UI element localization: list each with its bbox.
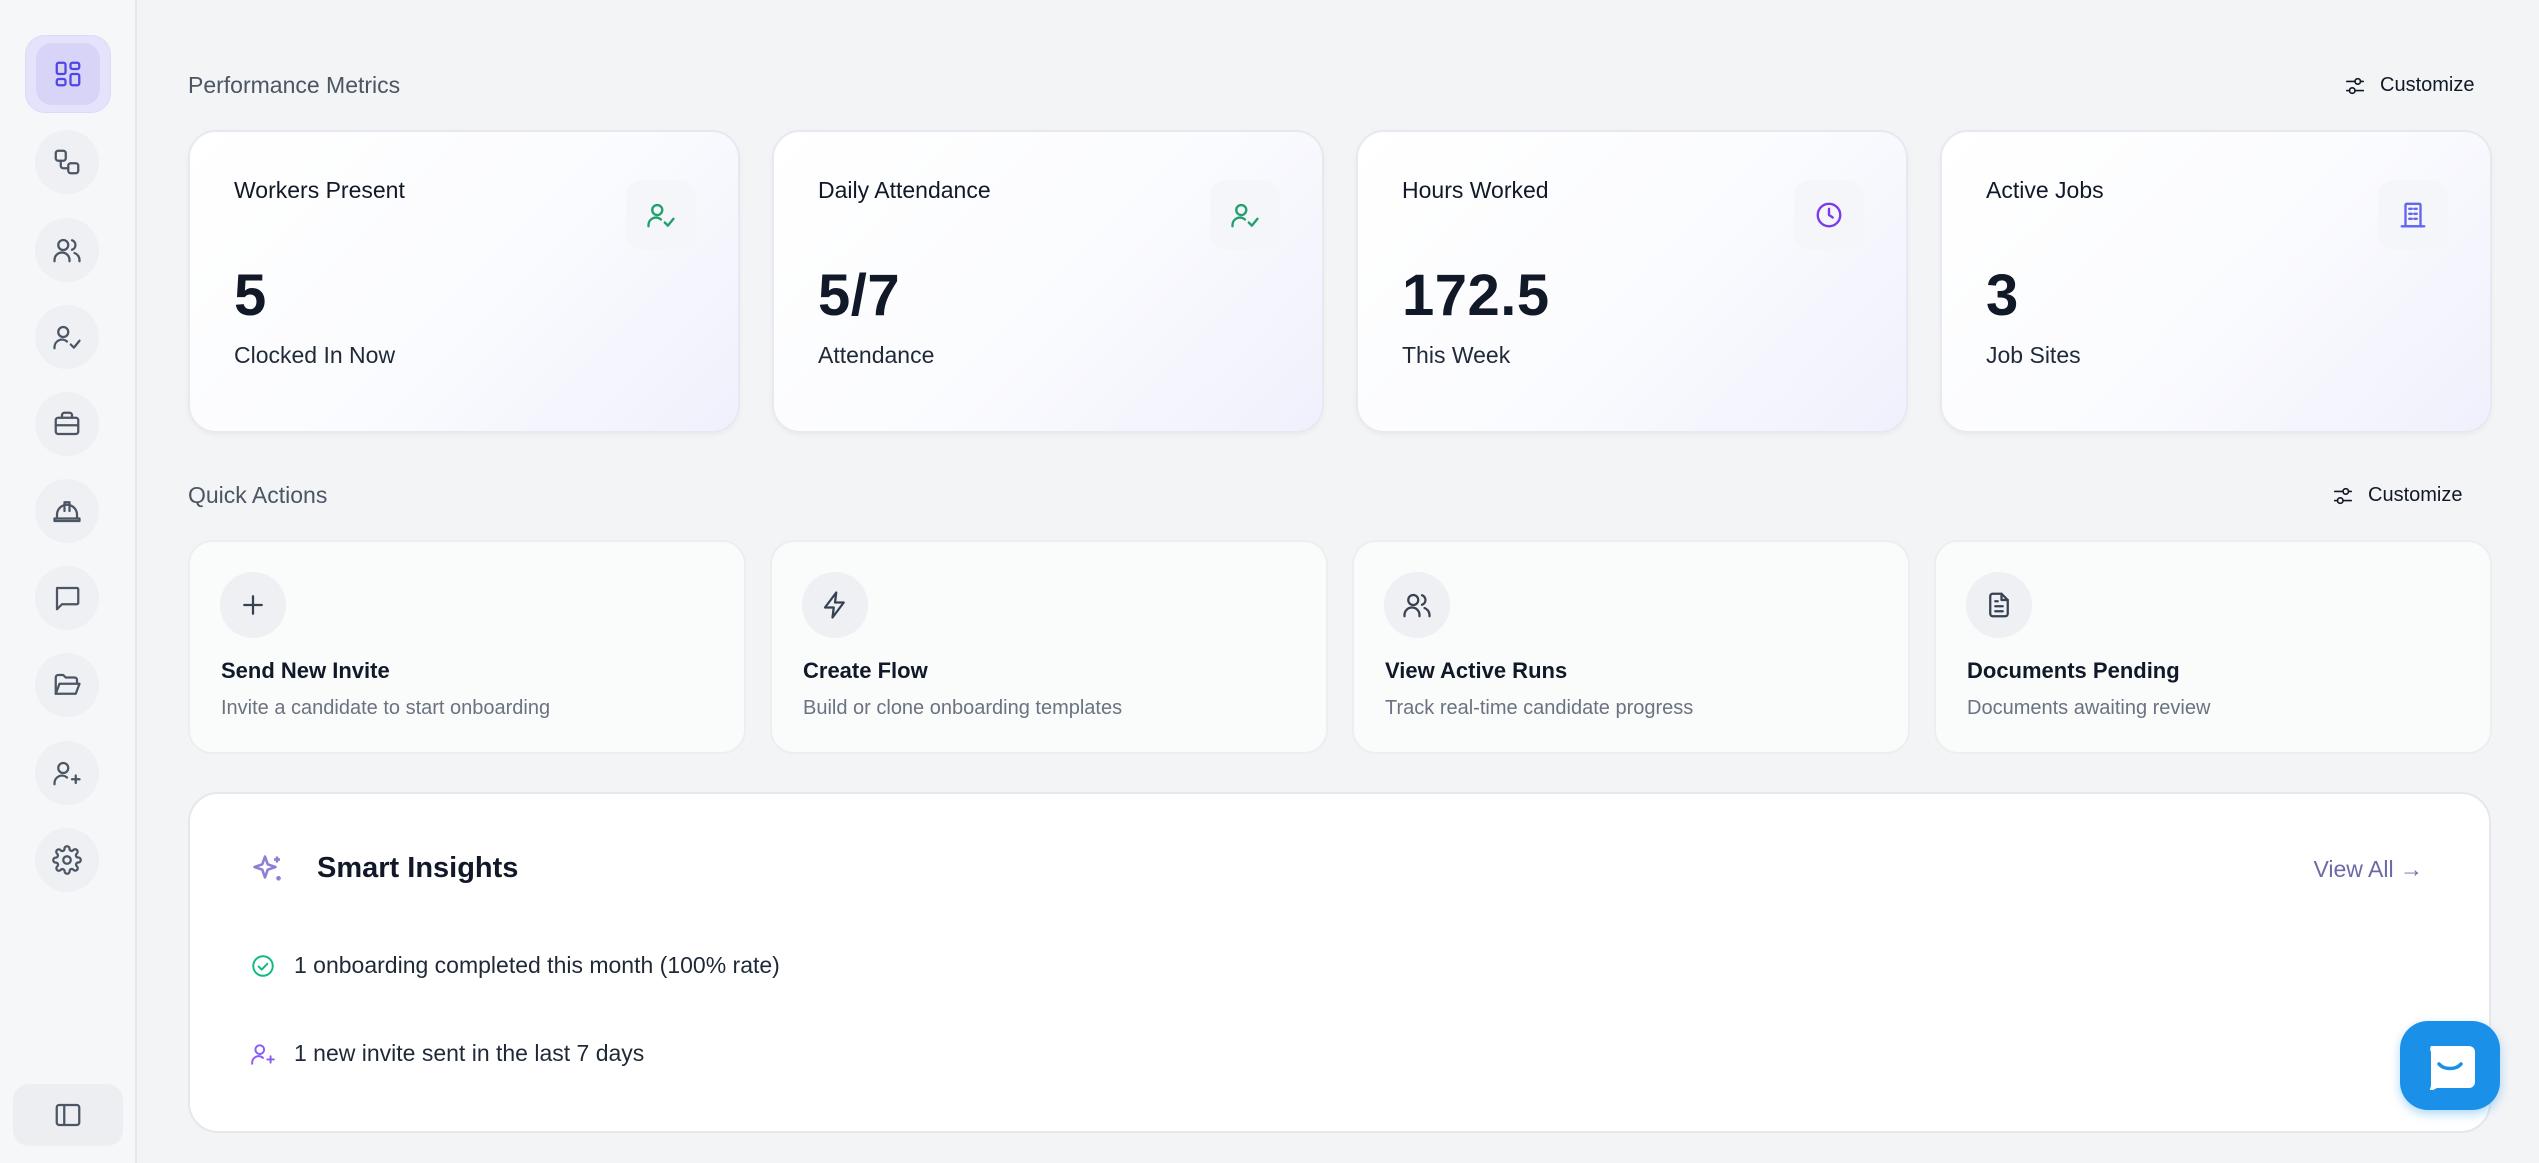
- building-icon: [2400, 202, 2426, 228]
- user-check-icon: [1231, 203, 1259, 228]
- action-title: View Active Runs: [1385, 658, 1568, 683]
- view-all-link[interactable]: View All →: [2313, 856, 2423, 883]
- metric-subtitle: Job Sites: [1986, 342, 2081, 368]
- metric-card-active-jobs: Active Jobs 3 Job Sites: [1940, 130, 2492, 433]
- sidebar-item-safety[interactable]: [35, 479, 99, 543]
- sidebar-collapse-icon: [55, 1103, 81, 1127]
- quick-actions-customize-label: Customize: [2368, 484, 2463, 506]
- metric-value: 3: [1986, 263, 2019, 328]
- action-icon-container: [802, 572, 868, 638]
- metric-value: 5/7: [818, 263, 901, 328]
- sidebar-item-dashboard[interactable]: [25, 35, 111, 113]
- users-icon: [1403, 593, 1431, 618]
- sidebar-item-invite[interactable]: [35, 741, 99, 805]
- metric-title: Hours Worked: [1402, 177, 1549, 203]
- clock-icon: [1816, 202, 1842, 228]
- user-check-icon: [53, 325, 81, 350]
- sidebar-item-jobs[interactable]: [35, 392, 99, 456]
- message-icon: [55, 586, 80, 611]
- action-card-view-active-runs[interactable]: View Active Runs Track real-time candida…: [1352, 540, 1910, 754]
- workflow-icon: [54, 149, 80, 175]
- performance-metrics-title: Performance Metrics: [188, 72, 401, 98]
- metric-card-workers-present: Workers Present 5 Clocked In Now: [188, 130, 740, 433]
- sidebar-item-settings[interactable]: [35, 828, 99, 892]
- metric-icon-container: [626, 180, 696, 250]
- user-check-icon: [647, 203, 675, 228]
- metric-icon-container: [2378, 180, 2448, 250]
- action-title: Create Flow: [803, 658, 928, 683]
- sidebar-item-documents[interactable]: [35, 653, 99, 717]
- metric-value: 172.5: [1402, 263, 1550, 328]
- action-card-documents-pending[interactable]: Documents Pending Documents awaiting rev…: [1934, 540, 2492, 754]
- action-description: Track real-time candidate progress: [1385, 697, 1694, 719]
- action-icon-container: [220, 572, 286, 638]
- briefcase-icon: [54, 411, 80, 436]
- document-icon: [1989, 592, 2009, 618]
- action-card-send-invite[interactable]: Send New Invite Invite a candidate to st…: [188, 540, 746, 754]
- insight-item: 1 new invite sent in the last 7 days: [250, 1040, 644, 1067]
- metric-card-daily-attendance: Daily Attendance 5/7 Attendance: [772, 130, 1324, 433]
- metric-title: Active Jobs: [1986, 177, 2104, 203]
- metric-subtitle: Attendance: [818, 342, 935, 368]
- action-title: Send New Invite: [221, 658, 390, 683]
- smart-insights-panel: Smart Insights View All → 1 onboarding c…: [188, 792, 2491, 1133]
- plus-icon: [243, 595, 263, 615]
- users-icon: [53, 238, 81, 263]
- metric-card-hours-worked: Hours Worked 172.5 This Week: [1356, 130, 1908, 433]
- check-circle-icon: [252, 954, 274, 977]
- sidebar-item-dashboard-highlight: [36, 43, 100, 105]
- user-plus-icon: [251, 1043, 275, 1065]
- sidebar: [0, 0, 137, 1163]
- action-icon-container: [1384, 572, 1450, 638]
- metric-title: Workers Present: [234, 177, 405, 203]
- lightning-icon: [823, 591, 845, 619]
- sidebar-collapse-button[interactable]: [13, 1084, 123, 1146]
- chat-bubble-icon: [2429, 1045, 2475, 1090]
- sidebar-item-workflows[interactable]: [35, 130, 99, 194]
- gear-icon: [52, 845, 82, 875]
- sidebar-item-users[interactable]: [35, 218, 99, 282]
- insight-text: 1 new invite sent in the last 7 days: [294, 1040, 645, 1066]
- smart-insights-title: Smart Insights: [317, 852, 519, 884]
- dashboard-grid-icon: [55, 61, 81, 87]
- action-title: Documents Pending: [1967, 658, 2180, 683]
- sparkle-icon: [250, 852, 286, 888]
- metric-subtitle: Clocked In Now: [234, 342, 396, 368]
- metric-value: 5: [234, 263, 267, 328]
- user-plus-icon: [53, 761, 81, 786]
- hard-hat-icon: [53, 501, 81, 523]
- action-icon-container: [1966, 572, 2032, 638]
- metric-title: Daily Attendance: [818, 177, 991, 203]
- quick-actions-customize-button[interactable]: Customize: [2332, 484, 2462, 507]
- action-description: Build or clone onboarding templates: [803, 697, 1123, 719]
- folder-open-icon: [54, 673, 81, 695]
- performance-customize-label: Customize: [2380, 74, 2475, 96]
- sidebar-item-messages[interactable]: [35, 566, 99, 630]
- metric-icon-container: [1794, 180, 1864, 250]
- insight-item: 1 onboarding completed this month (100% …: [250, 952, 780, 979]
- performance-customize-button[interactable]: Customize: [2344, 74, 2474, 97]
- metric-subtitle: This Week: [1402, 342, 1511, 368]
- insight-text: 1 onboarding completed this month (100% …: [294, 952, 780, 978]
- chat-launcher-button[interactable]: [2400, 1021, 2500, 1110]
- sidebar-item-attendance[interactable]: [35, 305, 99, 369]
- sliders-icon: [2333, 487, 2353, 504]
- metric-icon-container: [1210, 180, 1280, 250]
- sliders-icon: [2345, 77, 2365, 94]
- quick-actions-title: Quick Actions: [188, 482, 328, 508]
- action-description: Invite a candidate to start onboarding: [221, 697, 551, 719]
- action-card-create-flow[interactable]: Create Flow Build or clone onboarding te…: [770, 540, 1328, 754]
- action-description: Documents awaiting review: [1967, 697, 2211, 719]
